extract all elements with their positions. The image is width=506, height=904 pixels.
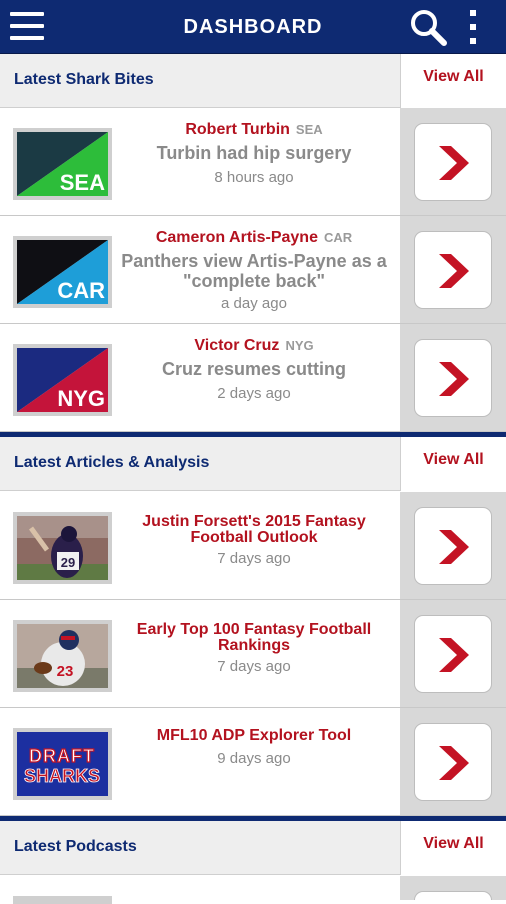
open-item-button[interactable] xyxy=(414,339,492,417)
open-item-button[interactable] xyxy=(414,615,492,693)
view-all-button[interactable]: View All xyxy=(400,437,506,491)
team-logo: NYG xyxy=(13,344,112,416)
football-player-photo: 23 xyxy=(17,624,108,688)
news-text: Robert Turbin SEA Turbin had hip surgery … xyxy=(118,121,390,186)
arrow-column xyxy=(400,108,506,215)
view-all-button[interactable]: View All xyxy=(400,821,506,875)
news-headline: Cruz resumes cutting xyxy=(161,359,347,379)
list-item[interactable]: SEA Robert Turbin SEA Turbin had hip surg… xyxy=(0,108,506,216)
open-item-button[interactable] xyxy=(414,231,492,309)
podcast-thumbnail xyxy=(13,896,112,904)
news-headline: Panthers view Artis-Payne as a "complete… xyxy=(121,251,387,291)
team-logo-label: NYG xyxy=(57,386,105,411)
football-player-photo: 29 xyxy=(17,516,108,580)
search-icon[interactable] xyxy=(408,8,450,48)
draft-sharks-logo: DRAFT SHARKS xyxy=(17,732,108,796)
list-item[interactable]: DRAFT SHARKS MFL10 ADP Explorer Tool 9 d… xyxy=(0,708,506,816)
arrow-column xyxy=(400,876,506,900)
view-all-button[interactable]: View All xyxy=(400,54,506,108)
article-title: MFL10 ADP Explorer Tool xyxy=(156,727,352,744)
article-text: Justin Forsett's 2015 Fantasy Football O… xyxy=(118,513,390,568)
team-abbr: CAR xyxy=(323,230,353,245)
timestamp: 7 days ago xyxy=(217,658,291,675)
list-item[interactable]: NYG Victor Cruz NYG Cruz resumes cutting … xyxy=(0,324,506,432)
team-logo: SEA xyxy=(13,128,112,200)
svg-text:23: 23 xyxy=(57,663,74,680)
section-header-podcasts: Latest Podcasts View All xyxy=(0,821,506,875)
chevron-right-icon xyxy=(439,638,469,672)
player-name: Victor Cruz xyxy=(194,337,280,354)
team-abbr: NYG xyxy=(285,338,314,353)
arrow-column xyxy=(400,600,506,707)
timestamp: 2 days ago xyxy=(217,385,291,402)
news-text: Cameron Artis-Payne CAR Panthers view Art… xyxy=(118,229,390,312)
section-title: Latest Articles & Analysis xyxy=(14,454,210,471)
chevron-right-icon xyxy=(439,254,469,288)
section-header-shark-bites: Latest Shark Bites View All xyxy=(0,54,506,108)
team-logo: CAR xyxy=(13,236,112,308)
logo-text-bottom: SHARKS xyxy=(24,766,100,786)
arrow-column xyxy=(400,216,506,323)
timestamp: a day ago xyxy=(221,295,287,312)
arrow-column xyxy=(400,324,506,431)
chevron-right-icon xyxy=(439,362,469,396)
article-title: Early Top 100 Fantasy Football Rankings xyxy=(136,621,372,654)
team-abbr: SEA xyxy=(295,122,323,137)
open-item-button[interactable] xyxy=(414,723,492,801)
article-title: Justin Forsett's 2015 Fantasy Football O… xyxy=(142,513,366,546)
chevron-right-icon xyxy=(439,146,469,180)
player-name: Cameron Artis-Payne xyxy=(155,229,318,246)
timestamp: 8 hours ago xyxy=(214,169,294,186)
timestamp: 7 days ago xyxy=(217,550,291,567)
chevron-right-icon xyxy=(439,746,469,780)
arrow-column xyxy=(400,492,506,599)
open-item-button[interactable] xyxy=(414,891,492,900)
list-item[interactable]: 29 Justin Forsett's 2015 Fantasy Footbal… xyxy=(0,492,506,600)
open-item-button[interactable] xyxy=(414,507,492,585)
article-text: MFL10 ADP Explorer Tool 9 days ago xyxy=(118,727,390,768)
timestamp: 9 days ago xyxy=(217,750,291,767)
list-item[interactable] xyxy=(0,876,506,904)
article-text: Early Top 100 Fantasy Football Rankings … xyxy=(118,621,390,676)
open-item-button[interactable] xyxy=(414,123,492,201)
chevron-right-icon xyxy=(439,530,469,564)
news-text: Victor Cruz NYG Cruz resumes cutting 2 da… xyxy=(118,337,390,402)
article-thumbnail: DRAFT SHARKS xyxy=(13,728,112,800)
team-logo-label: CAR xyxy=(57,278,105,303)
section-title: Latest Podcasts xyxy=(14,838,137,855)
top-app-bar: DASHBOARD xyxy=(0,0,506,54)
more-vert-icon[interactable] xyxy=(466,8,480,48)
player-name: Robert Turbin xyxy=(185,121,290,138)
svg-text:29: 29 xyxy=(61,555,75,570)
section-header-articles: Latest Articles & Analysis View All xyxy=(0,437,506,491)
list-item[interactable]: CAR Cameron Artis-Payne CAR Panthers view… xyxy=(0,216,506,324)
news-headline: Turbin had hip surgery xyxy=(156,143,352,163)
logo-text-top: DRAFT xyxy=(29,746,95,766)
section-title: Latest Shark Bites xyxy=(14,71,154,88)
list-item[interactable]: 23 Early Top 100 Fantasy Football Rankin… xyxy=(0,600,506,708)
team-logo-label: SEA xyxy=(60,170,105,195)
article-thumbnail: 23 xyxy=(13,620,112,692)
article-thumbnail: 29 xyxy=(13,512,112,584)
arrow-column xyxy=(400,708,506,815)
